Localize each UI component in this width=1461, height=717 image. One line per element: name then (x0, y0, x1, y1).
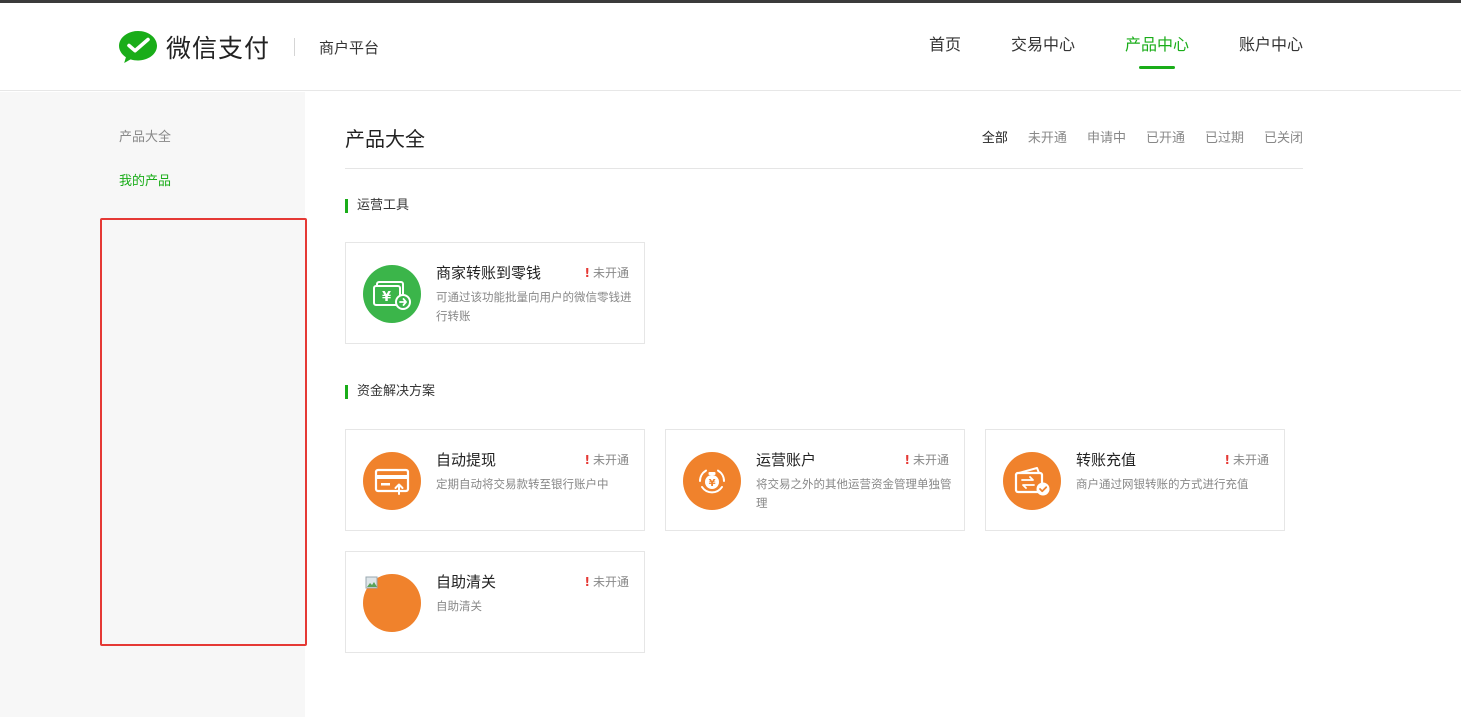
product-card-self-customs[interactable]: 自助清关 ! 未开通 自助清关 (345, 551, 645, 653)
product-name: 转账充值 (1076, 451, 1137, 469)
platform-name: 商户平台 (319, 38, 380, 57)
status-text: 未开通 (912, 453, 949, 467)
status-badge: ! 未开通 (585, 264, 630, 281)
logo[interactable]: 微信支付 商户平台 (118, 27, 379, 67)
status-text: 未开通 (1232, 453, 1269, 467)
status-badge: ! 未开通 (585, 451, 630, 468)
nav-home[interactable]: 首页 (929, 3, 961, 91)
nav-trade-center[interactable]: 交易中心 (1011, 3, 1075, 91)
product-desc: 可通过该功能批量向用户的微信零钱进行转账 (436, 290, 632, 323)
product-card-transfer-recharge[interactable]: 转账充值 ! 未开通 商户通过网银转账的方式进行充值 (985, 429, 1285, 531)
money-bag-icon: ¥ (683, 452, 741, 510)
nav-product-center[interactable]: 产品中心 (1125, 3, 1189, 91)
alert-icon: ! (1224, 453, 1230, 467)
product-card-merchant-transfer[interactable]: ¥ 商家转账到零钱 ! 未开通 可通过该功能批量向用户的微信零钱进行转账 (345, 242, 645, 344)
product-name: 运营账户 (756, 451, 817, 469)
highlight-box (100, 218, 307, 646)
status-filters: 全部 未开通 申请中 已开通 已过期 已关闭 (962, 127, 1303, 146)
status-text: 未开通 (592, 453, 629, 467)
transfer-recharge-icon (1003, 452, 1061, 510)
product-name: 自助清关 (436, 573, 497, 591)
wechat-pay-logo-icon (119, 31, 157, 63)
wallet-transfer-icon: ¥ (363, 265, 421, 323)
title-divider (345, 168, 1303, 169)
sidebar: 产品大全 我的产品 (0, 92, 307, 717)
nav-account-center[interactable]: 账户中心 (1239, 3, 1303, 91)
product-desc: 自助清关 (436, 599, 482, 613)
filter-closed[interactable]: 已关闭 (1264, 127, 1303, 146)
product-desc: 商户通过网银转账的方式进行充值 (1076, 477, 1249, 491)
status-text: 未开通 (592, 575, 629, 589)
alert-icon: ! (904, 453, 910, 467)
section-title-operation-tools: 运营工具 (345, 199, 409, 213)
logo-text: 微信支付 (166, 34, 271, 63)
page-title: 产品大全 (345, 127, 425, 151)
alert-icon: ! (584, 266, 590, 280)
alert-icon: ! (584, 453, 590, 467)
product-card-auto-withdraw[interactable]: 自动提现 ! 未开通 定期自动将交易款转至银行账户中 (345, 429, 645, 531)
filter-all[interactable]: 全部 (982, 127, 1008, 146)
status-badge: ! 未开通 (1225, 451, 1270, 468)
status-text: 未开通 (592, 266, 629, 280)
product-desc: 将交易之外的其他运营资金管理单独管理 (756, 477, 952, 510)
svg-text:¥: ¥ (709, 478, 716, 489)
filter-opened[interactable]: 已开通 (1146, 127, 1185, 146)
card-withdraw-icon (363, 452, 421, 510)
svg-text:¥: ¥ (382, 290, 391, 305)
product-desc: 定期自动将交易款转至银行账户中 (436, 477, 609, 491)
filter-applying[interactable]: 申请中 (1087, 127, 1126, 146)
sidebar-item-my-products[interactable]: 我的产品 (119, 170, 171, 189)
header: 微信支付 商户平台 首页 交易中心 产品中心 账户中心 (0, 3, 1461, 91)
alert-icon: ! (584, 575, 590, 589)
filter-not-opened[interactable]: 未开通 (1028, 127, 1067, 146)
top-nav: 首页 交易中心 产品中心 账户中心 (879, 3, 1303, 91)
logo-divider (294, 38, 296, 56)
product-card-operation-account[interactable]: ¥ 运营账户 ! 未开通 将交易之外的其他运营资金管理单独管理 (665, 429, 965, 531)
status-badge: ! 未开通 (905, 451, 950, 468)
broken-image-icon (363, 574, 421, 632)
section-title-fund-solutions: 资金解决方案 (345, 385, 435, 399)
product-name: 商家转账到零钱 (436, 264, 542, 282)
sidebar-item-all-products[interactable]: 产品大全 (119, 126, 171, 145)
product-name: 自动提现 (436, 451, 497, 469)
filter-expired[interactable]: 已过期 (1205, 127, 1244, 146)
status-badge: ! 未开通 (585, 573, 630, 590)
